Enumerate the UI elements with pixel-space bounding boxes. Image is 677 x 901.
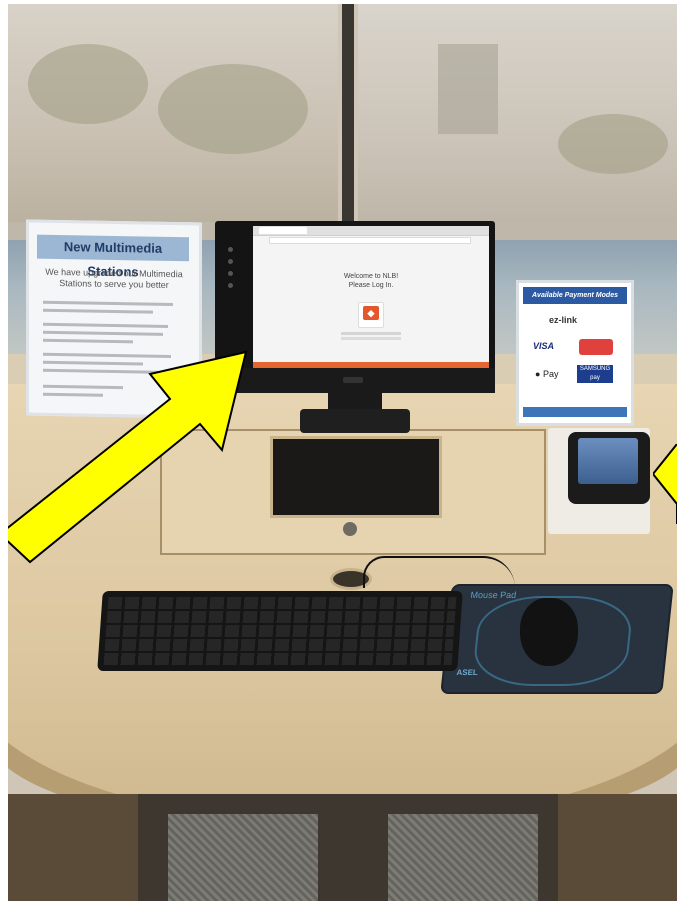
- tree-foliage: [558, 114, 668, 174]
- monitor-well: [270, 436, 442, 518]
- nlb-login-icon: ◆: [363, 306, 379, 320]
- cabinet-mesh: [388, 814, 538, 901]
- monitor-stand: [300, 409, 410, 433]
- samsung-pay-logo: SAMSUNG pay: [577, 365, 613, 383]
- sign-intro: We have upgraded our Multimedia Stations…: [39, 267, 189, 292]
- payment-sign-footer: [523, 407, 627, 417]
- payment-sign-title: Available Payment Modes: [523, 287, 627, 304]
- apple-pay-logo: ● Pay: [535, 369, 558, 379]
- panel-lock: [343, 522, 357, 536]
- browser-address-bar[interactable]: [269, 237, 471, 244]
- welcome-subtitle: Please Log In.: [348, 282, 394, 289]
- browser-tab[interactable]: [259, 227, 307, 234]
- keyboard[interactable]: [97, 591, 463, 671]
- payment-terminal[interactable]: [568, 432, 650, 504]
- apple-pay-text: Pay: [542, 369, 559, 379]
- visa-logo: VISA: [533, 341, 555, 351]
- apple-icon: ●: [535, 369, 541, 379]
- arrow-shape: [8, 350, 248, 564]
- mouse[interactable]: [520, 598, 578, 666]
- window-divider: [342, 4, 354, 234]
- arrow-to-terminal: [653, 444, 677, 524]
- building-outside: [438, 44, 498, 134]
- monitor-screen[interactable]: Welcome to NLB! Please Log In. ◆: [253, 226, 489, 368]
- keyboard-rows: [103, 597, 457, 665]
- arrow-shape: [653, 444, 677, 524]
- sign-title: New Multimedia Stations: [37, 234, 189, 279]
- cabinet-side: [8, 794, 138, 901]
- browser-tab-bar: [253, 226, 489, 236]
- tree-foliage: [158, 64, 308, 154]
- cabinet-side: [558, 794, 677, 901]
- mousepad-brand: ASEL: [456, 668, 479, 677]
- monitor-logo: [343, 377, 363, 383]
- monitor-side-buttons: [221, 239, 243, 299]
- login-button[interactable]: ◆: [358, 302, 384, 328]
- login-fine-print: [341, 332, 401, 335]
- welcome-message: Welcome to NLB! Please Log In.: [253, 272, 489, 290]
- arrow-to-monitor: [8, 350, 248, 564]
- window-left: [8, 4, 338, 229]
- mousepad-label: Mouse Pad: [470, 590, 517, 600]
- sign-fine-print: [29, 223, 199, 397]
- payment-modes-sign: Available Payment Modes ez-link VISA ● P…: [516, 280, 634, 426]
- cabinet-mesh: [168, 814, 318, 901]
- terminal-screen[interactable]: [578, 438, 638, 484]
- welcome-title: Welcome to NLB!: [343, 273, 399, 280]
- photo-scene: New Multimedia Stations We have upgraded…: [8, 4, 677, 901]
- tree-foliage: [28, 44, 148, 124]
- window-right: [358, 4, 677, 229]
- sign-intro-line: Stations to serve you better: [59, 278, 169, 290]
- ezlink-logo: ez-link: [549, 315, 578, 325]
- mastercard-logo: [579, 339, 613, 355]
